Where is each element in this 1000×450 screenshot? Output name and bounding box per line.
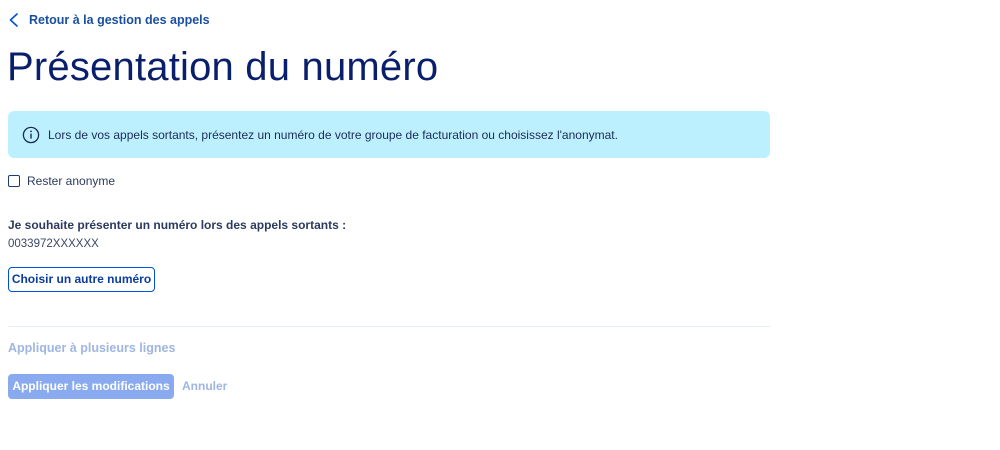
anonymous-checkbox[interactable]: [8, 175, 20, 187]
apply-changes-button[interactable]: Appliquer les modifications: [8, 374, 174, 399]
anonymous-checkbox-row[interactable]: Rester anonyme: [8, 173, 115, 189]
current-number-value: 0033972XXXXXX: [8, 238, 99, 250]
back-link[interactable]: Retour à la gestion des appels: [8, 11, 210, 29]
anonymous-checkbox-label: Rester anonyme: [27, 174, 116, 188]
page-title: Présentation du numéro: [7, 45, 439, 89]
choose-other-number-button[interactable]: Choisir un autre numéro: [8, 267, 155, 292]
divider: [8, 326, 770, 327]
number-section-label: Je souhaite présenter un numéro lors des…: [8, 218, 347, 232]
chevron-left-icon: [8, 13, 20, 27]
page: Retour à la gestion des appels Présentat…: [0, 0, 1000, 450]
info-banner: Lors de vos appels sortants, présentez u…: [8, 111, 770, 158]
cancel-button[interactable]: Annuler: [182, 379, 227, 393]
info-banner-text: Lors de vos appels sortants, présentez u…: [48, 127, 618, 142]
apply-to-multiple-lines-link[interactable]: Appliquer à plusieurs lignes: [8, 341, 175, 355]
info-circle-icon: [22, 126, 40, 144]
back-link-label: Retour à la gestion des appels: [29, 13, 210, 27]
